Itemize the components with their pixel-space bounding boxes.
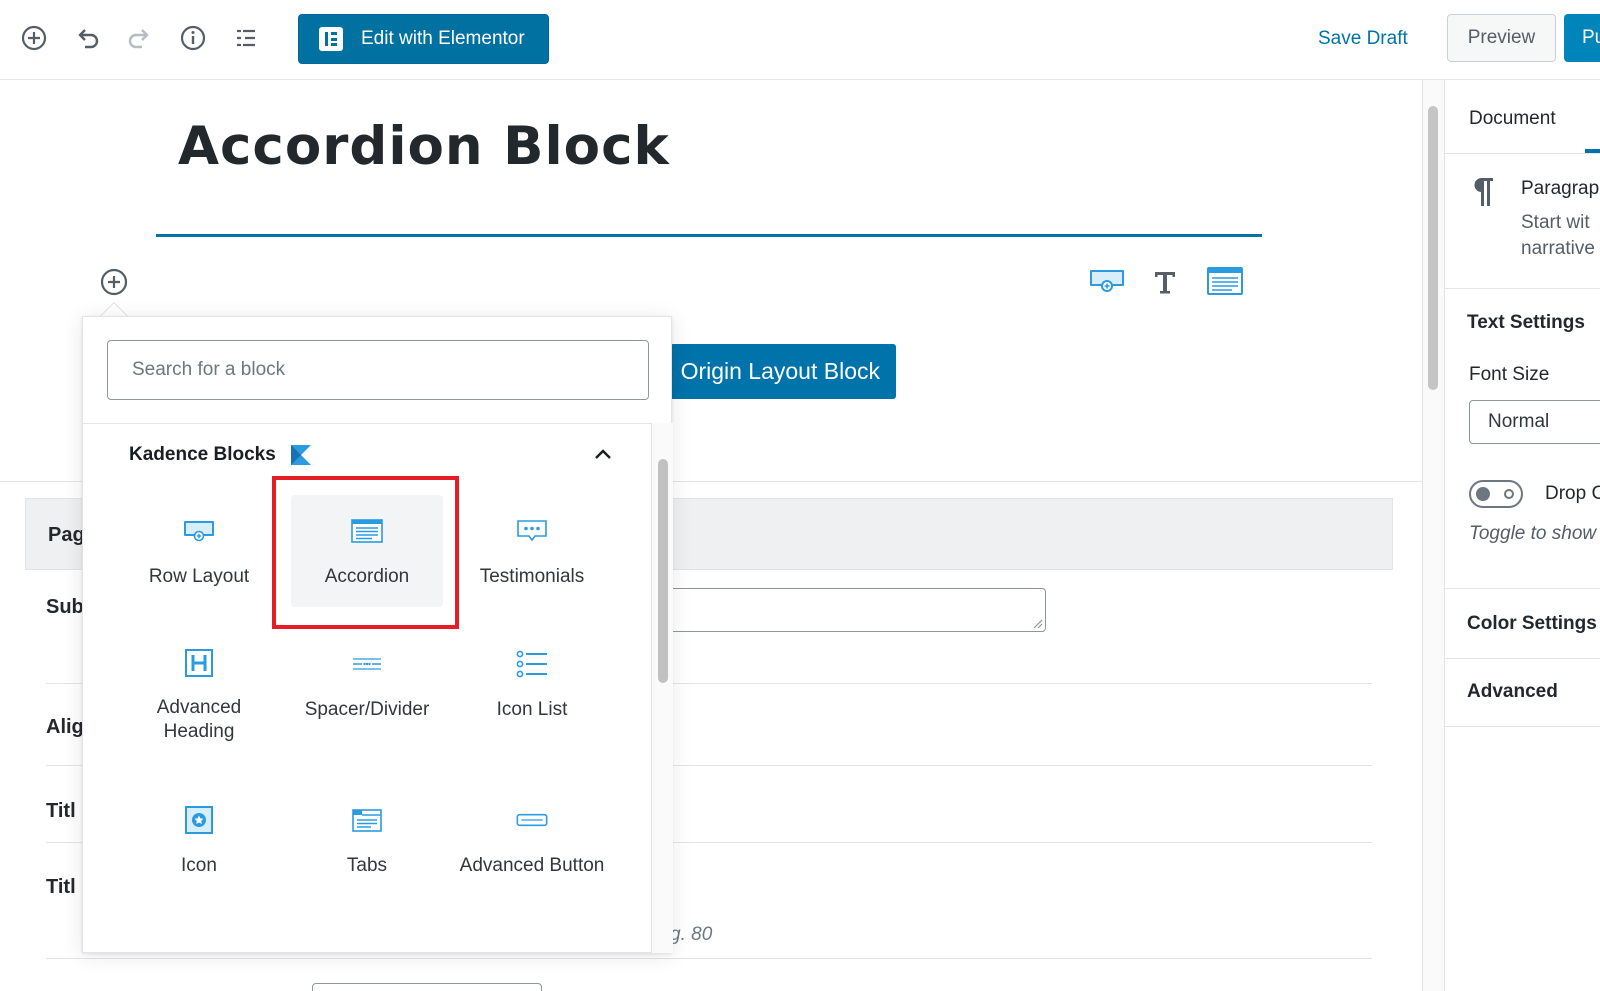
undo-icon[interactable] (71, 22, 103, 54)
block-label: Icon List (496, 699, 568, 720)
inline-inserter-toggle-icon[interactable] (98, 266, 130, 298)
editor-toolbar: Edit with Elementor Save Draft Preview P… (0, 0, 1600, 80)
toggle-ring (1504, 489, 1514, 499)
popover-divider (83, 423, 673, 424)
kadence-blocks-panel-toggle[interactable]: Kadence Blocks (129, 435, 613, 475)
post-title[interactable]: Accordion Block (178, 116, 670, 177)
inserter-scrollbar-thumb[interactable] (658, 459, 668, 683)
tabs-icon (351, 804, 383, 836)
text-settings-heading[interactable]: Text Settings (1467, 312, 1585, 334)
info-icon[interactable] (177, 22, 209, 54)
block-item-icon-list[interactable]: Icon List (456, 628, 608, 740)
meta-field-label-align: Alig (46, 716, 84, 738)
add-block-plus-icon[interactable] (18, 22, 50, 54)
block-item-tabs[interactable]: Tabs (291, 784, 443, 896)
block-description-line-2: narrative (1521, 238, 1595, 259)
block-item-testimonials[interactable]: Testimonials (456, 495, 608, 607)
spacer-divider-icon (351, 648, 383, 680)
metabox-title: Pag (48, 524, 85, 546)
panel-title: Kadence Blocks (129, 444, 276, 465)
testimonials-icon (516, 515, 548, 547)
inserter-scrollbar[interactable] (651, 423, 673, 953)
row-layout-icon (183, 515, 215, 547)
meta-field-label-title-1: Titl (46, 800, 76, 822)
block-label: Testimonials (479, 566, 585, 587)
block-label: Tabs (346, 855, 388, 876)
sidebar-divider (1445, 288, 1600, 289)
advanced-button-icon (516, 804, 548, 836)
block-item-spacer-divider[interactable]: Spacer/Divider (291, 628, 443, 740)
drop-cap-help: Toggle to show (1469, 523, 1597, 544)
advanced-heading-icon (183, 648, 215, 678)
meta-divider (46, 958, 1372, 959)
sidebar-divider (1445, 153, 1600, 154)
sidebar-divider (1445, 658, 1600, 659)
block-item-advanced-heading[interactable]: Advanced Heading (123, 628, 275, 742)
block-search-input[interactable] (107, 340, 649, 400)
meta-field-hint: g. 80 (670, 924, 713, 945)
block-navigation-icon[interactable] (230, 22, 262, 54)
title-focus-underline (156, 234, 1262, 237)
sidebar-divider (1445, 588, 1600, 589)
save-draft-button[interactable]: Save Draft (1318, 28, 1408, 50)
block-label: Advanced Button (459, 855, 605, 876)
block-label: Advanced Heading (156, 697, 242, 742)
quick-insert-heading-icon[interactable] (1152, 264, 1178, 298)
sidebar-divider (1445, 726, 1600, 727)
meta-field-label-title-2: Titl (46, 876, 76, 898)
block-item-icon[interactable]: Icon (123, 784, 275, 896)
block-label: Row Layout (148, 566, 250, 587)
settings-sidebar: Document Paragrap Start wit narrative Te… (1444, 80, 1600, 991)
meta-field-label-subtitle: Sub (46, 596, 84, 618)
font-size-value: Normal (1488, 411, 1550, 432)
paragraph-pilcrow-icon (1473, 176, 1495, 213)
icon-list-icon (516, 648, 548, 680)
icon-block-icon (183, 804, 215, 836)
quick-insert-row-layout-icon[interactable] (1088, 264, 1126, 298)
tab-document[interactable]: Document (1469, 108, 1556, 130)
kadence-logo-icon (290, 445, 311, 465)
font-size-label: Font Size (1469, 364, 1550, 385)
block-item-row-layout[interactable]: Row Layout (123, 495, 275, 607)
block-item-advanced-button[interactable]: Advanced Button (456, 784, 608, 896)
editor-scrollbar[interactable] (1422, 80, 1444, 991)
preview-button[interactable]: Preview (1447, 14, 1556, 62)
font-size-select[interactable]: Normal (1469, 400, 1600, 444)
block-name: Paragrap (1521, 178, 1600, 199)
block-inserter-popover: Kadence Blocks Row Layout Accordion Test… (82, 316, 673, 953)
advanced-heading[interactable]: Advanced (1467, 681, 1558, 703)
publish-button[interactable]: Pu (1564, 14, 1600, 62)
elementor-logo-icon (319, 27, 343, 51)
redo-icon[interactable] (124, 22, 156, 54)
editor-scrollbar-thumb[interactable] (1428, 106, 1438, 390)
accordion-highlight-annotation (272, 476, 459, 629)
chevron-up-icon (595, 449, 611, 459)
origin-layout-block-button[interactable]: Origin Layout Block (670, 344, 896, 399)
quick-insert-accordion-icon[interactable] (1206, 264, 1244, 298)
edit-with-elementor-button[interactable]: Edit with Elementor (298, 14, 549, 64)
toggle-knob (1476, 487, 1490, 501)
drop-cap-toggle[interactable] (1469, 480, 1523, 508)
block-label: Icon (181, 855, 217, 876)
color-settings-heading[interactable]: Color Settings (1467, 613, 1597, 635)
meta-select-box[interactable] (312, 983, 542, 991)
elementor-button-label: Edit with Elementor (361, 28, 525, 49)
block-description-line-1: Start wit (1521, 212, 1590, 233)
subtitle-textarea[interactable] (650, 588, 1046, 632)
block-label: Spacer/Divider (304, 699, 430, 720)
drop-cap-label: Drop C (1545, 483, 1600, 504)
